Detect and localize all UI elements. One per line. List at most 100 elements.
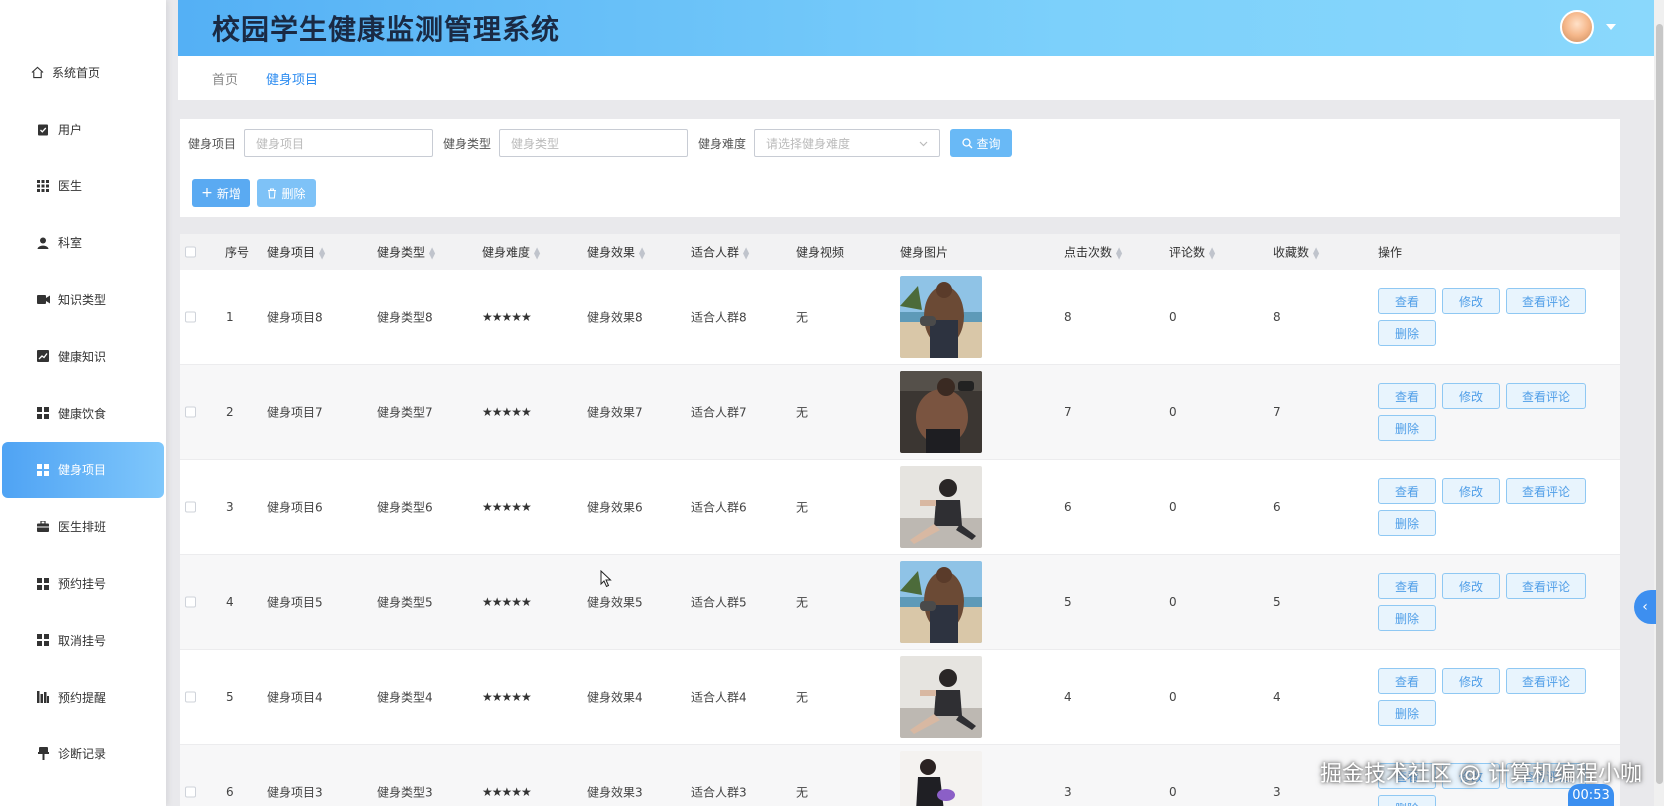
- delete-row-button[interactable]: 删除: [1378, 795, 1436, 806]
- woman-yoga-photo[interactable]: [900, 751, 982, 806]
- app-header: 校园学生健康监测管理系统: [178, 0, 1654, 56]
- woman-floor-photo[interactable]: [900, 656, 982, 738]
- breadcrumb-home[interactable]: 首页: [212, 69, 238, 88]
- select-all-checkbox[interactable]: [185, 246, 196, 258]
- scrollbar-thumb[interactable]: [1656, 24, 1663, 784]
- sort-icon[interactable]: ▲ ▼: [639, 246, 645, 260]
- type-input[interactable]: 健身类型: [499, 129, 689, 157]
- edit-button[interactable]: 修改: [1442, 383, 1500, 409]
- grid-icon: [36, 179, 50, 193]
- view-comments-button[interactable]: 查看评论: [1506, 383, 1586, 409]
- sidebar-item-users[interactable]: 用户: [0, 101, 166, 158]
- cell-crowd: 适合人群7: [691, 405, 747, 420]
- sidebar-item-label: 预约挂号: [58, 577, 107, 592]
- view-comments-button[interactable]: 查看评论: [1506, 668, 1586, 694]
- sidebar-item-appointments[interactable]: 预约挂号: [0, 555, 166, 612]
- delete-row-button[interactable]: 删除: [1378, 605, 1436, 631]
- cell-clicks: 5: [1064, 595, 1072, 609]
- delete-button[interactable]: 删除: [257, 179, 316, 207]
- view-comments-button[interactable]: 查看评论: [1506, 573, 1586, 599]
- sidebar-item-fitness[interactable]: 健身项目: [2, 441, 164, 499]
- add-button[interactable]: + 新增: [192, 179, 250, 207]
- row-checkbox[interactable]: [185, 691, 196, 703]
- row-checkbox[interactable]: [185, 406, 196, 418]
- cell-effect: 健身效果7: [587, 405, 643, 420]
- plus-icon: +: [201, 185, 213, 201]
- col-project[interactable]: 健身项目 ▲ ▼: [267, 244, 325, 261]
- delete-row-button[interactable]: 删除: [1378, 415, 1436, 441]
- collapse-toggle[interactable]: ‹: [1634, 590, 1656, 624]
- page-scrollbar[interactable]: [1654, 0, 1664, 806]
- sort-icon[interactable]: ▲ ▼: [1313, 246, 1319, 260]
- difficulty-select[interactable]: 请选择健身难度: [754, 129, 941, 157]
- row-checkbox[interactable]: [185, 786, 196, 798]
- sidebar-item-health-knowledge[interactable]: 健康知识: [0, 328, 166, 385]
- avatar[interactable]: [1560, 10, 1594, 44]
- cell-type: 健身类型4: [377, 690, 433, 705]
- sidebar-item-diagnosis[interactable]: 诊断记录: [0, 726, 166, 783]
- woman-floor-photo[interactable]: [900, 466, 982, 548]
- sidebar-item-knowledge-types[interactable]: 知识类型: [0, 271, 166, 328]
- delete-row-button[interactable]: 删除: [1378, 510, 1436, 536]
- delete-row-button[interactable]: 删除: [1378, 700, 1436, 726]
- sidebar-item-label: 预约提醒: [58, 690, 107, 705]
- mouse-cursor-icon: [600, 569, 612, 592]
- man-beach-photo[interactable]: [900, 561, 982, 643]
- query-button[interactable]: 查询: [950, 129, 1013, 157]
- sidebar-item-home[interactable]: 系统首页: [0, 44, 166, 101]
- sidebar-item-label: 医生: [58, 179, 83, 194]
- row-checkbox[interactable]: [185, 596, 196, 608]
- timer-badge: 00:53: [1568, 784, 1614, 806]
- search-icon: [961, 137, 973, 149]
- col-difficulty[interactable]: 健身难度 ▲ ▼: [482, 244, 540, 261]
- sort-icon[interactable]: ▲ ▼: [319, 246, 325, 260]
- cell-crowd: 适合人群4: [691, 690, 747, 705]
- cell-comments: 0: [1169, 690, 1177, 704]
- row-checkbox[interactable]: [185, 501, 196, 513]
- view-button[interactable]: 查看: [1378, 573, 1436, 599]
- col-comments[interactable]: 评论数 ▲ ▼: [1169, 244, 1215, 261]
- sort-icon[interactable]: ▲ ▼: [1116, 246, 1122, 260]
- cell-video: 无: [796, 310, 809, 325]
- col-type[interactable]: 健身类型 ▲ ▼: [377, 244, 435, 261]
- sidebar-item-doctors[interactable]: 医生: [0, 158, 166, 215]
- view-button[interactable]: 查看: [1378, 668, 1436, 694]
- sidebar-item-reminders[interactable]: 预约提醒: [0, 669, 166, 726]
- cell-type: 健身类型7: [377, 405, 433, 420]
- project-input[interactable]: 健身项目: [244, 129, 434, 157]
- col-crowd[interactable]: 适合人群 ▲ ▼: [691, 244, 749, 261]
- sidebar-item-cancel-appointments[interactable]: 取消挂号: [0, 612, 166, 669]
- edit-button[interactable]: 修改: [1442, 478, 1500, 504]
- view-button[interactable]: 查看: [1378, 288, 1436, 314]
- edit-button[interactable]: 修改: [1442, 573, 1500, 599]
- row-checkbox[interactable]: [185, 311, 196, 323]
- tiles-icon: [36, 406, 50, 420]
- view-comments-button[interactable]: 查看评论: [1506, 288, 1586, 314]
- sidebar-item-healthy-diet[interactable]: 健康饮食: [0, 385, 166, 442]
- sort-icon[interactable]: ▲ ▼: [1209, 246, 1215, 260]
- chevron-down-icon[interactable]: [1606, 24, 1616, 30]
- man-beach-photo[interactable]: [900, 276, 982, 358]
- sort-icon[interactable]: ▲ ▼: [429, 246, 435, 260]
- sidebar-item-departments[interactable]: 科室: [0, 214, 166, 271]
- sort-icon[interactable]: ▲ ▼: [743, 246, 749, 260]
- col-favorites[interactable]: 收藏数 ▲ ▼: [1273, 244, 1319, 261]
- cell-crowd: 适合人群3: [691, 785, 747, 800]
- view-comments-button[interactable]: 查看评论: [1506, 478, 1586, 504]
- person-icon: [36, 236, 50, 250]
- sort-icon[interactable]: ▲ ▼: [534, 246, 540, 260]
- cell-favorites: 8: [1273, 310, 1281, 324]
- sidebar-item-doctor-schedule[interactable]: 医生排班: [0, 498, 166, 555]
- delete-row-button[interactable]: 删除: [1378, 320, 1436, 346]
- col-effect[interactable]: 健身效果 ▲ ▼: [587, 244, 645, 261]
- col-clicks[interactable]: 点击次数 ▲ ▼: [1064, 244, 1122, 261]
- cell-project: 健身项目5: [267, 595, 323, 610]
- cell-favorites: 5: [1273, 595, 1281, 609]
- cell-project: 健身项目6: [267, 500, 323, 515]
- view-button[interactable]: 查看: [1378, 478, 1436, 504]
- man-gym-photo[interactable]: [900, 371, 982, 453]
- cell-favorites: 6: [1273, 500, 1281, 514]
- view-button[interactable]: 查看: [1378, 383, 1436, 409]
- edit-button[interactable]: 修改: [1442, 668, 1500, 694]
- edit-button[interactable]: 修改: [1442, 288, 1500, 314]
